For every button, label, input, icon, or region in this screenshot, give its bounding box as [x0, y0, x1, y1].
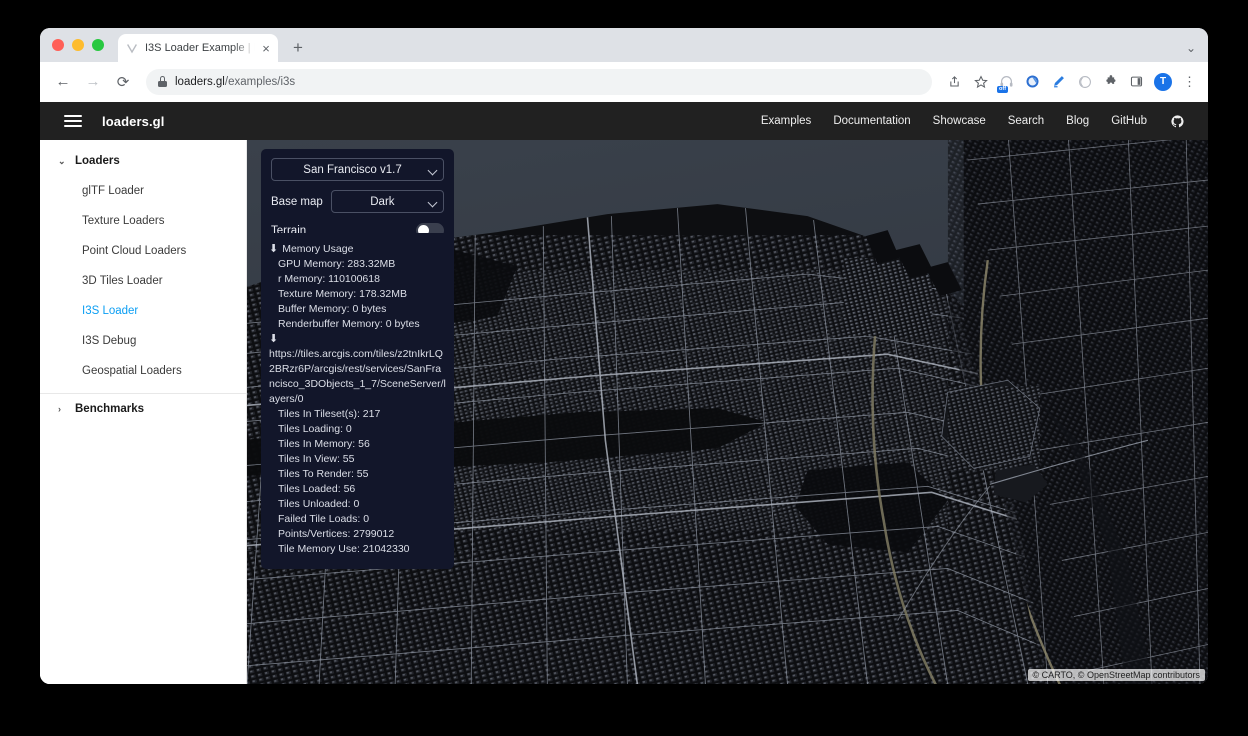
sidebar-item-i3s-loader[interactable]: I3S Loader [40, 296, 246, 326]
stat-texture-memory: Texture Memory: 178.32MB [269, 287, 446, 302]
new-tab-button[interactable]: + [284, 34, 312, 62]
stat-buffer-memory: Buffer Memory: 0 bytes [269, 302, 446, 317]
sidebar-group-label: Loaders [75, 155, 120, 167]
memory-usage-header: ⬇ Memory Usage [269, 242, 446, 257]
stat-tiles-loading: Tiles Loading: 0 [269, 422, 446, 437]
stat-tiles-in-view: Tiles In View: 55 [269, 452, 446, 467]
github-icon[interactable] [1171, 115, 1184, 128]
stat-tiles-in-tileset: Tiles In Tileset(s): 217 [269, 407, 446, 422]
stats-panel: ⬇ Memory Usage GPU Memory: 283.32MB r Me… [261, 233, 454, 569]
basemap-label: Base map [271, 196, 323, 208]
headphones-extension-icon[interactable]: off [998, 73, 1015, 90]
body-row: ⌄ Loaders glTF Loader Texture Loaders Po… [40, 140, 1208, 684]
profile-avatar[interactable]: T [1154, 73, 1172, 91]
basemap-select[interactable]: Dark [331, 190, 444, 213]
address-bar[interactable]: loaders.gl/examples/i3s [146, 69, 932, 95]
tab-list-chevron-icon[interactable]: ⌄ [1186, 41, 1196, 55]
url-host: loaders.gl [175, 76, 225, 88]
tileset-select[interactable]: San Francisco v1.7 [271, 158, 444, 181]
url-path: /examples/i3s [225, 76, 295, 88]
sidebar-group-loaders[interactable]: ⌄ Loaders [40, 146, 246, 176]
sidebar-item-3d-tiles-loader[interactable]: 3D Tiles Loader [40, 266, 246, 296]
sidebar-group-benchmarks[interactable]: › Benchmarks [40, 394, 246, 424]
browser-toolbar: ← → ⟳ loaders.gl/examples/i3s off [40, 62, 1208, 102]
browser-tab-title: I3S Loader Example | loaders.gl [145, 42, 255, 54]
close-tab-button[interactable]: × [261, 42, 271, 55]
stat-tiles-loaded: Tiles Loaded: 56 [269, 482, 446, 497]
nav-link-search[interactable]: Search [1008, 115, 1044, 127]
bookmark-star-icon[interactable] [972, 73, 989, 90]
nav-link-showcase[interactable]: Showcase [933, 115, 986, 127]
minimize-window-button[interactable] [72, 39, 84, 51]
browser-tab-strip: I3S Loader Example | loaders.gl × + ⌄ [40, 28, 1208, 62]
sidebar: ⌄ Loaders glTF Loader Texture Loaders Po… [40, 140, 247, 684]
stat-renderer-memory: r Memory: 110100618 [269, 272, 446, 287]
window-traffic-lights [52, 28, 118, 62]
lock-icon [158, 76, 167, 87]
color-wheel-extension-icon[interactable] [1024, 73, 1041, 90]
stat-renderbuffer-memory: Renderbuffer Memory: 0 bytes [269, 317, 446, 332]
toolbar-icons: off T ⋮ [942, 73, 1198, 91]
basemap-row: Base map Dark [271, 190, 444, 213]
arrow-down-icon: ⬇ [269, 242, 278, 257]
highlighter-extension-icon[interactable] [1050, 73, 1067, 90]
sidebar-item-point-cloud-loaders[interactable]: Point Cloud Loaders [40, 236, 246, 266]
nav-link-blog[interactable]: Blog [1066, 115, 1089, 127]
stat-failed-tile-loads: Failed Tile Loads: 0 [269, 512, 446, 527]
chevron-right-icon: › [58, 404, 66, 414]
close-window-button[interactable] [52, 39, 64, 51]
nav-link-documentation[interactable]: Documentation [833, 115, 910, 127]
site-header: loaders.gl Examples Documentation Showca… [40, 102, 1208, 140]
circle-extension-icon[interactable] [1076, 73, 1093, 90]
memory-usage-title: Memory Usage [282, 242, 353, 257]
chevron-down-icon: ⌄ [58, 156, 66, 167]
reload-button[interactable]: ⟳ [110, 69, 136, 95]
stat-points-vertices: Points/Vertices: 2799012 [269, 527, 446, 542]
stat-gpu-memory: GPU Memory: 283.32MB [269, 257, 446, 272]
arrow-down-icon-2: ⬇ [269, 332, 446, 347]
sidebar-item-gltf-loader[interactable]: glTF Loader [40, 176, 246, 206]
address-bar-url: loaders.gl/examples/i3s [175, 76, 295, 88]
sidebar-group-label: Benchmarks [75, 403, 144, 415]
maximize-window-button[interactable] [92, 39, 104, 51]
browser-tab[interactable]: I3S Loader Example | loaders.gl × [118, 34, 278, 62]
sidebar-item-texture-loaders[interactable]: Texture Loaders [40, 206, 246, 236]
browser-menu-icon[interactable]: ⋮ [1181, 73, 1198, 90]
share-icon[interactable] [946, 73, 963, 90]
map-attribution[interactable]: © CARTO, © OpenStreetMap contributors [1028, 669, 1206, 681]
map-viewport[interactable]: San Francisco v1.7 Base map Dark Terrain [247, 140, 1208, 684]
basemap-select-wrap: Dark [331, 190, 444, 213]
page-content: loaders.gl Examples Documentation Showca… [40, 102, 1208, 684]
side-panel-icon[interactable] [1128, 73, 1145, 90]
stat-tiles-unloaded: Tiles Unloaded: 0 [269, 497, 446, 512]
hamburger-icon[interactable] [64, 115, 82, 127]
tileset-select-wrap: San Francisco v1.7 [271, 158, 444, 181]
stat-tiles-to-render: Tiles To Render: 55 [269, 467, 446, 482]
loaders-gl-logo-icon [125, 41, 139, 55]
sidebar-item-geospatial-loaders[interactable]: Geospatial Loaders [40, 356, 246, 386]
sidebar-item-i3s-debug[interactable]: I3S Debug [40, 326, 246, 356]
forward-button[interactable]: → [80, 69, 106, 95]
browser-window: I3S Loader Example | loaders.gl × + ⌄ ← … [40, 28, 1208, 684]
headphones-off-badge: off [997, 86, 1008, 93]
tileset-url: https://tiles.arcgis.com/tiles/z2tnIkrLQ… [269, 347, 446, 407]
nav-link-github[interactable]: GitHub [1111, 115, 1147, 127]
site-nav: Examples Documentation Showcase Search B… [761, 115, 1184, 128]
stat-tiles-in-memory: Tiles In Memory: 56 [269, 437, 446, 452]
puzzle-extensions-icon[interactable] [1102, 73, 1119, 90]
stat-tile-memory-use: Tile Memory Use: 21042330 [269, 542, 446, 557]
nav-link-examples[interactable]: Examples [761, 115, 812, 127]
site-brand[interactable]: loaders.gl [102, 114, 164, 129]
back-button[interactable]: ← [50, 69, 76, 95]
